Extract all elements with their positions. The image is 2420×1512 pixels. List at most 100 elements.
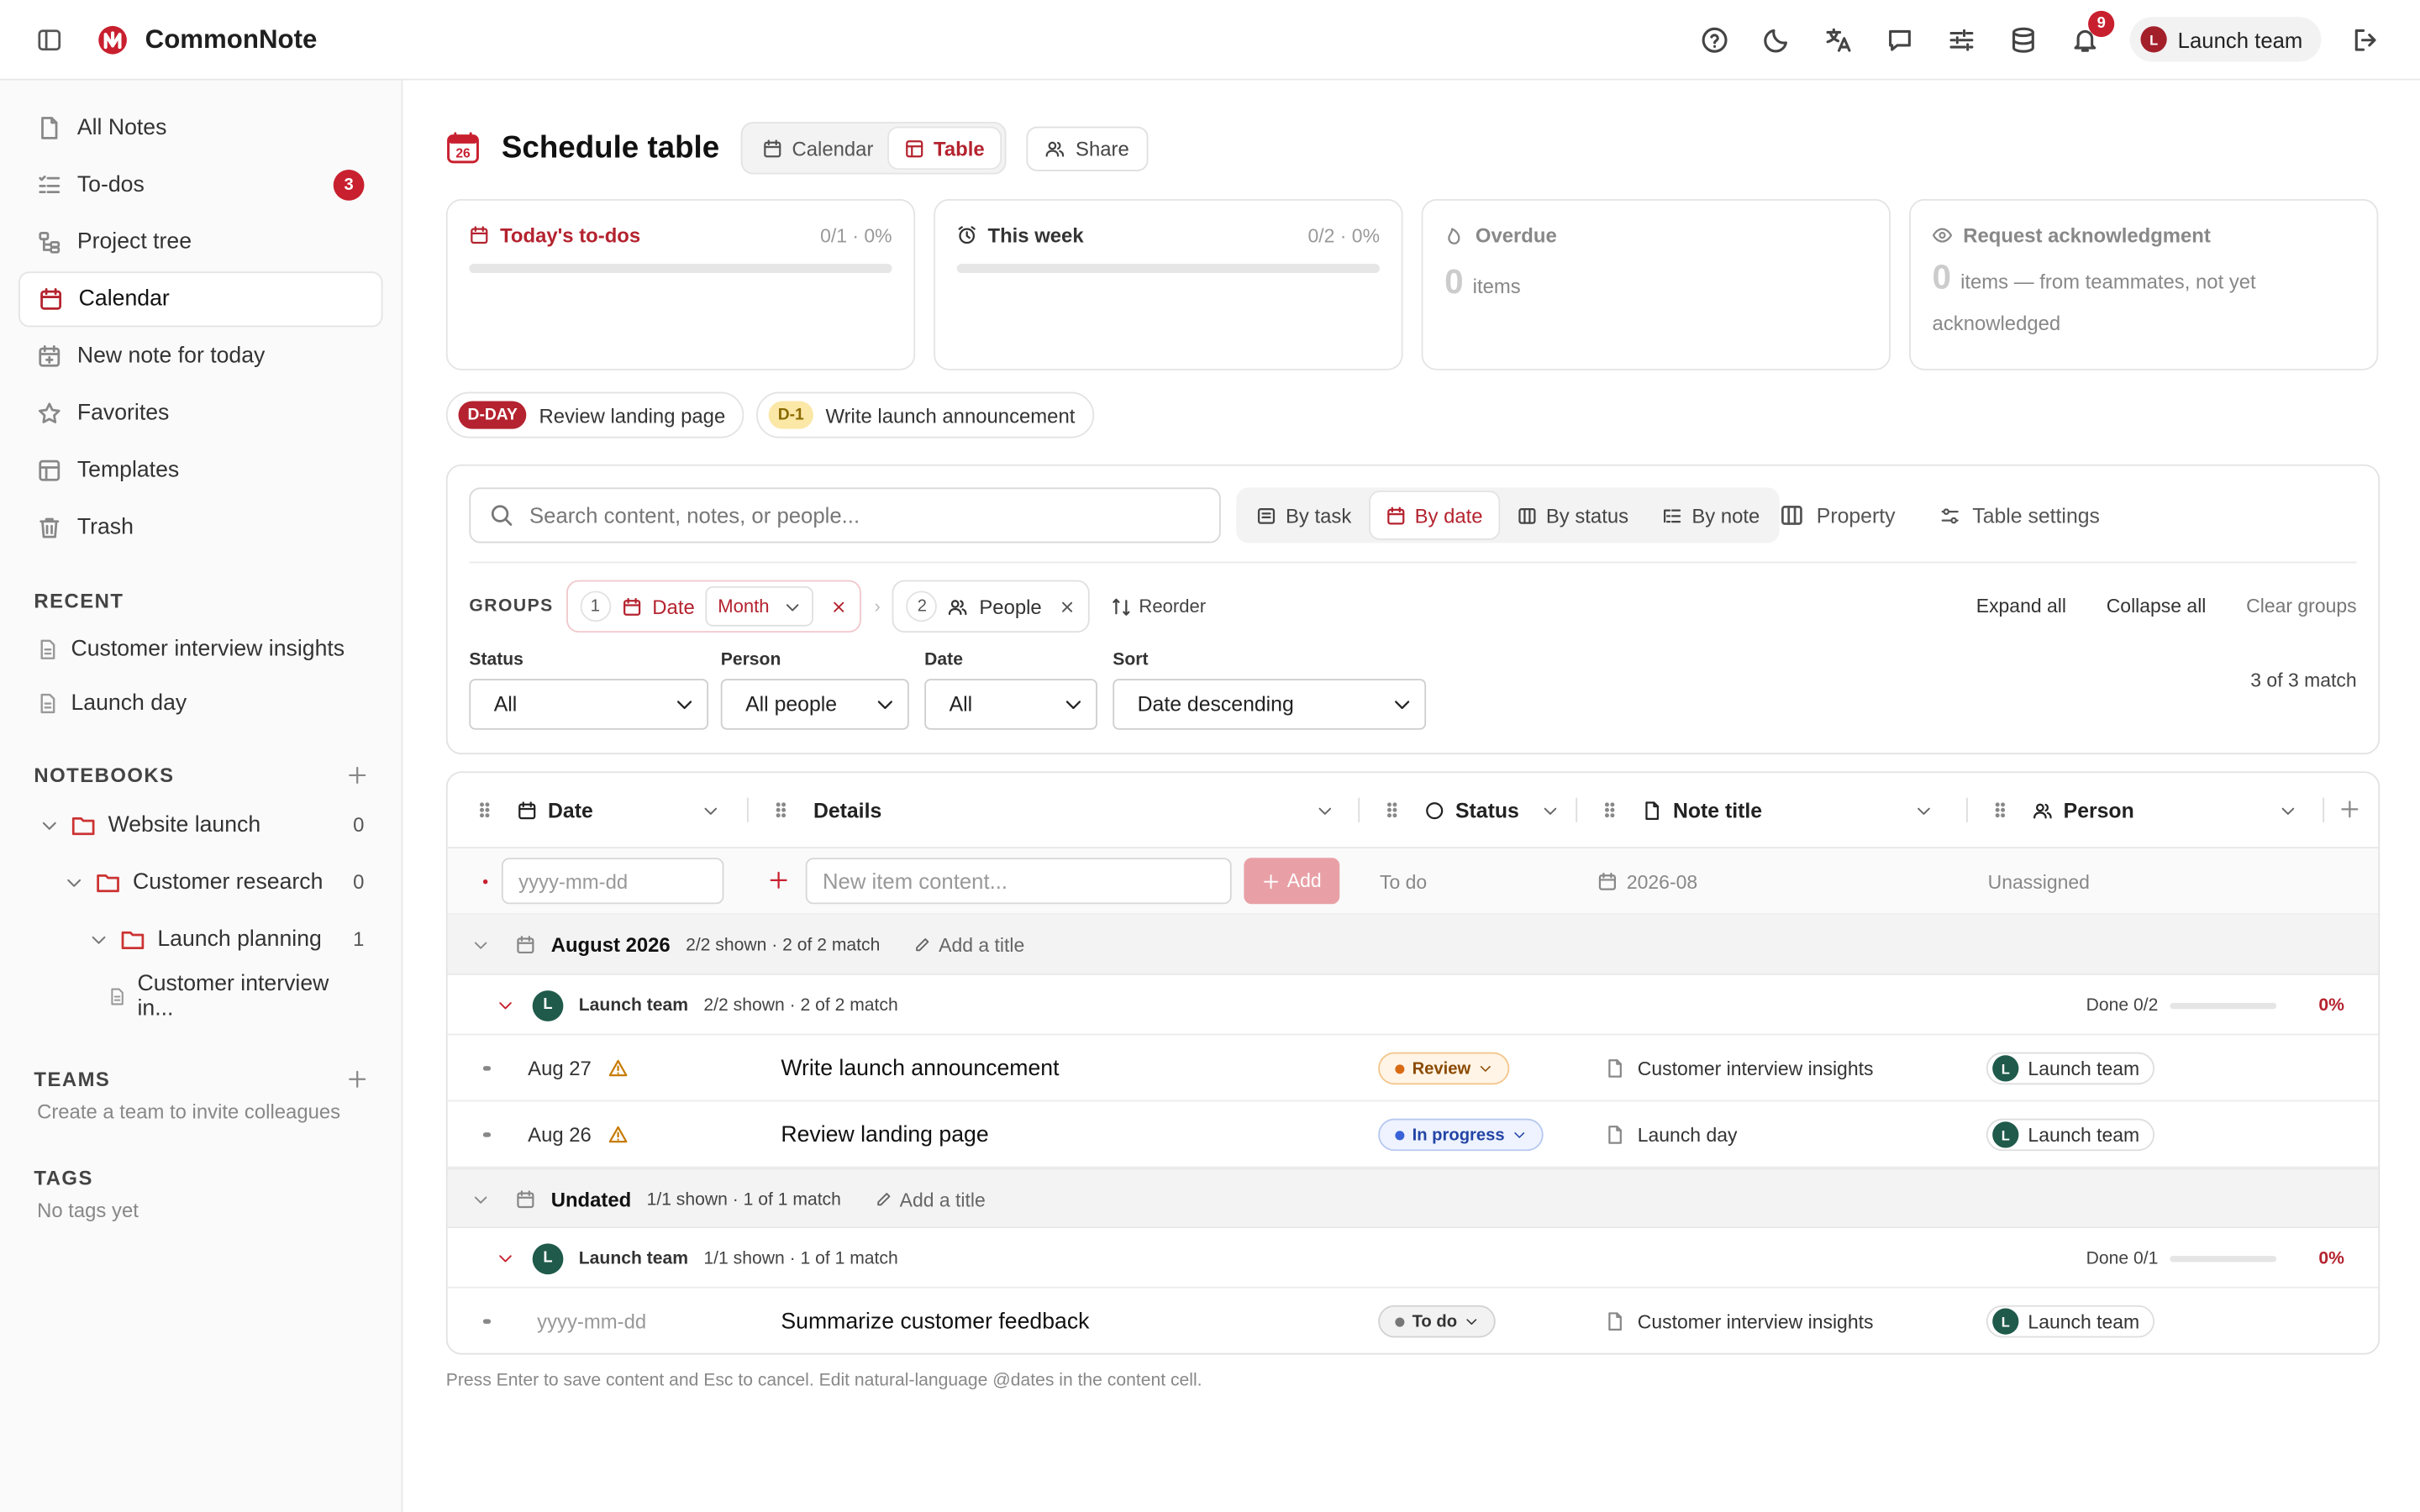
row-date[interactable]: Aug 26 <box>528 1123 592 1147</box>
bell-icon[interactable]: 9 <box>2068 9 2115 56</box>
status-badge[interactable]: In progress <box>1378 1118 1544 1152</box>
view-calendar-button[interactable]: Calendar <box>747 128 889 168</box>
dday-chip[interactable]: D-1 Write launch announcement <box>755 391 1094 438</box>
new-item-content-input[interactable]: New item content... <box>805 858 1232 905</box>
chevron-down-icon[interactable] <box>497 997 513 1014</box>
logout-icon[interactable] <box>2349 23 2382 56</box>
subgroup-header-row[interactable]: L Launch team 1/1 shown · 1 of 1 match D… <box>447 1228 2379 1289</box>
table-row[interactable]: Aug 27 Write launch announcement Review … <box>447 1035 2379 1102</box>
date-filter-select[interactable]: All <box>924 679 1097 730</box>
tab-by-task[interactable]: By task <box>1241 492 1367 538</box>
nav-trash[interactable]: Trash <box>18 500 382 555</box>
view-table-button[interactable]: Table <box>888 128 1001 169</box>
sidebar-toggle-icon[interactable] <box>37 27 61 51</box>
chevron-down-icon[interactable] <box>90 930 121 948</box>
drag-handle-icon[interactable] <box>771 799 792 821</box>
status-badge[interactable]: To do <box>1378 1305 1496 1338</box>
row-details[interactable]: Review landing page <box>781 1101 988 1168</box>
recent-item[interactable]: Customer interview insights <box>18 622 382 675</box>
expand-all-button[interactable]: Expand all <box>1976 596 2066 617</box>
tab-by-status[interactable]: By status <box>1502 492 1644 538</box>
close-icon[interactable] <box>831 598 848 615</box>
collapse-all-button[interactable]: Collapse all <box>2107 596 2207 617</box>
recent-item[interactable]: Launch day <box>18 675 382 729</box>
add-team-icon[interactable] <box>347 1069 367 1089</box>
add-column-icon[interactable] <box>2339 799 2360 819</box>
nav-favorites[interactable]: Favorites <box>18 386 382 441</box>
column-header-status[interactable]: Status <box>1381 773 1575 848</box>
group-chip-date[interactable]: 1 Date Month <box>566 580 862 633</box>
table-settings-button[interactable]: Table settings <box>1940 487 2100 543</box>
tab-by-date[interactable]: By date <box>1370 491 1498 539</box>
person-filter-select[interactable]: All people <box>720 679 909 730</box>
reorder-button[interactable]: Reorder <box>1111 596 1206 617</box>
group-header-row[interactable]: August 2026 2/2 shown · 2 of 2 match Add… <box>447 915 2379 975</box>
row-date[interactable]: Aug 27 <box>528 1057 592 1080</box>
drag-handle-icon[interactable] <box>474 799 496 821</box>
chevron-down-icon[interactable] <box>65 873 96 891</box>
property-button[interactable]: Property <box>1780 487 1896 543</box>
row-date[interactable]: yyyy-mm-dd <box>537 1310 646 1333</box>
nav-todos[interactable]: To-dos 3 <box>18 157 382 213</box>
add-item-button[interactable]: Add <box>1244 858 1340 905</box>
group-chip-people[interactable]: 2 People <box>892 580 1090 633</box>
column-header-date[interactable]: Date <box>474 773 744 848</box>
drag-handle-icon[interactable] <box>1381 799 1403 821</box>
row-details[interactable]: Write launch announcement <box>781 1035 1059 1101</box>
close-icon[interactable] <box>1059 598 1076 615</box>
chevron-down-icon[interactable] <box>497 1250 513 1267</box>
drag-handle-icon[interactable] <box>1990 799 2012 821</box>
person-chip[interactable]: L Launch team <box>1986 1118 2155 1152</box>
help-icon[interactable] <box>1697 23 1731 56</box>
notebook-note-customer-interview[interactable]: Customer interview in... <box>18 968 382 1025</box>
add-notebook-icon[interactable] <box>347 765 367 785</box>
nav-templates[interactable]: Templates <box>18 443 382 498</box>
database-icon[interactable] <box>2007 23 2040 56</box>
table-row[interactable]: Aug 26 Review landing page In progress L… <box>447 1101 2379 1168</box>
chat-icon[interactable] <box>1883 23 1917 56</box>
brand[interactable]: CommonNote <box>96 23 317 56</box>
tab-by-note[interactable]: By note <box>1647 492 1776 538</box>
note-link[interactable]: Customer interview insights <box>1605 1289 1873 1353</box>
plus-icon[interactable] <box>769 870 789 890</box>
card-request-ack[interactable]: Request acknowledgment 0 items — from tea… <box>1908 198 2379 370</box>
person-chip[interactable]: L Launch team <box>1986 1052 2155 1085</box>
note-link[interactable]: Customer interview insights <box>1605 1035 1873 1101</box>
sliders-icon[interactable] <box>1944 23 1978 56</box>
notebook-launch-planning[interactable]: Launch planning 1 <box>18 911 382 968</box>
person-chip[interactable]: L Launch team <box>1986 1305 2155 1338</box>
group-header-row[interactable]: Undated 1/1 shown · 1 of 1 match Add a t… <box>447 1168 2379 1229</box>
team-switcher[interactable]: L Launch team <box>2129 17 2322 62</box>
nav-all-notes[interactable]: All Notes <box>18 100 382 155</box>
card-this-week[interactable]: This week 0/2 · 0% <box>934 198 1403 370</box>
notebook-website-launch[interactable]: Website launch 0 <box>18 796 382 853</box>
drag-handle-icon[interactable] <box>1599 799 1621 821</box>
add-title-button[interactable]: Add a title <box>914 934 1024 956</box>
add-title-button[interactable]: Add a title <box>875 1189 986 1210</box>
row-handle[interactable] <box>482 1066 492 1071</box>
clear-groups-button[interactable]: Clear groups <box>2246 596 2356 617</box>
row-handle[interactable] <box>482 1132 492 1137</box>
card-today-todos[interactable]: Today's to-dos 0/1 · 0% <box>445 198 916 370</box>
sort-select[interactable]: Date descending <box>1113 679 1427 730</box>
chevron-down-icon[interactable] <box>472 1191 489 1208</box>
nav-calendar[interactable]: Calendar <box>18 271 383 328</box>
notebook-customer-research[interactable]: Customer research 0 <box>18 853 382 911</box>
new-item-date-input[interactable]: yyyy-mm-dd <box>501 858 724 905</box>
nav-project-tree[interactable]: Project tree <box>18 214 382 270</box>
nav-new-note-today[interactable]: New note for today <box>18 328 382 384</box>
chevron-down-icon[interactable] <box>40 816 71 834</box>
column-header-details[interactable]: Details <box>771 773 1349 848</box>
moon-icon[interactable] <box>1760 23 1793 56</box>
column-header-note-title[interactable]: Note title <box>1599 773 1946 848</box>
share-button[interactable]: Share <box>1026 125 1148 171</box>
row-details[interactable]: Summarize customer feedback <box>781 1289 1089 1353</box>
search-input[interactable]: Search content, notes, or people... <box>469 487 1221 543</box>
status-badge[interactable]: Review <box>1378 1052 1510 1085</box>
group-granularity-select[interactable]: Month <box>705 585 814 627</box>
card-overdue[interactable]: Overdue 0 items <box>1421 198 1891 370</box>
chevron-down-icon[interactable] <box>472 937 489 953</box>
dday-chip[interactable]: D-DAY Review landing page <box>445 391 744 438</box>
translate-icon[interactable] <box>1821 23 1854 56</box>
table-row[interactable]: yyyy-mm-dd Summarize customer feedback T… <box>448 1289 2379 1353</box>
